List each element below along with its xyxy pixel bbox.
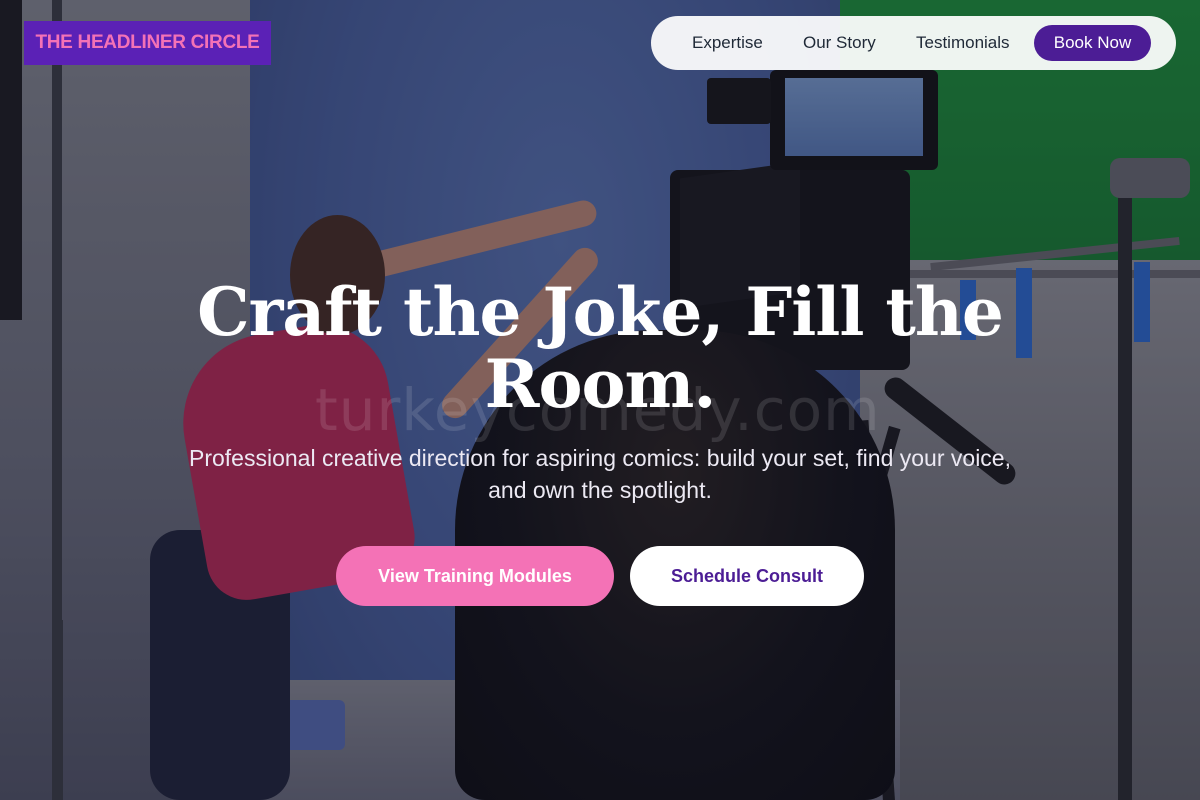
view-training-modules-button[interactable]: View Training Modules [336, 546, 614, 606]
nav-link-testimonials[interactable]: Testimonials [916, 16, 1010, 70]
nav-link-expertise[interactable]: Expertise [692, 16, 763, 70]
hero-subtitle: Professional creative direction for aspi… [189, 445, 1011, 503]
book-now-button[interactable]: Book Now [1034, 25, 1151, 61]
top-navigation: Expertise Our Story Testimonials Book No… [651, 16, 1176, 70]
hero-title: Craft the Joke, Fill the Room. [197, 273, 1004, 423]
schedule-consult-button[interactable]: Schedule Consult [630, 546, 864, 606]
brand-logo[interactable]: THE HEADLINER CIRCLE [24, 21, 271, 65]
nav-link-our-story[interactable]: Our Story [803, 16, 876, 70]
brand-logo-text: THE HEADLINER CIRCLE [35, 32, 260, 53]
